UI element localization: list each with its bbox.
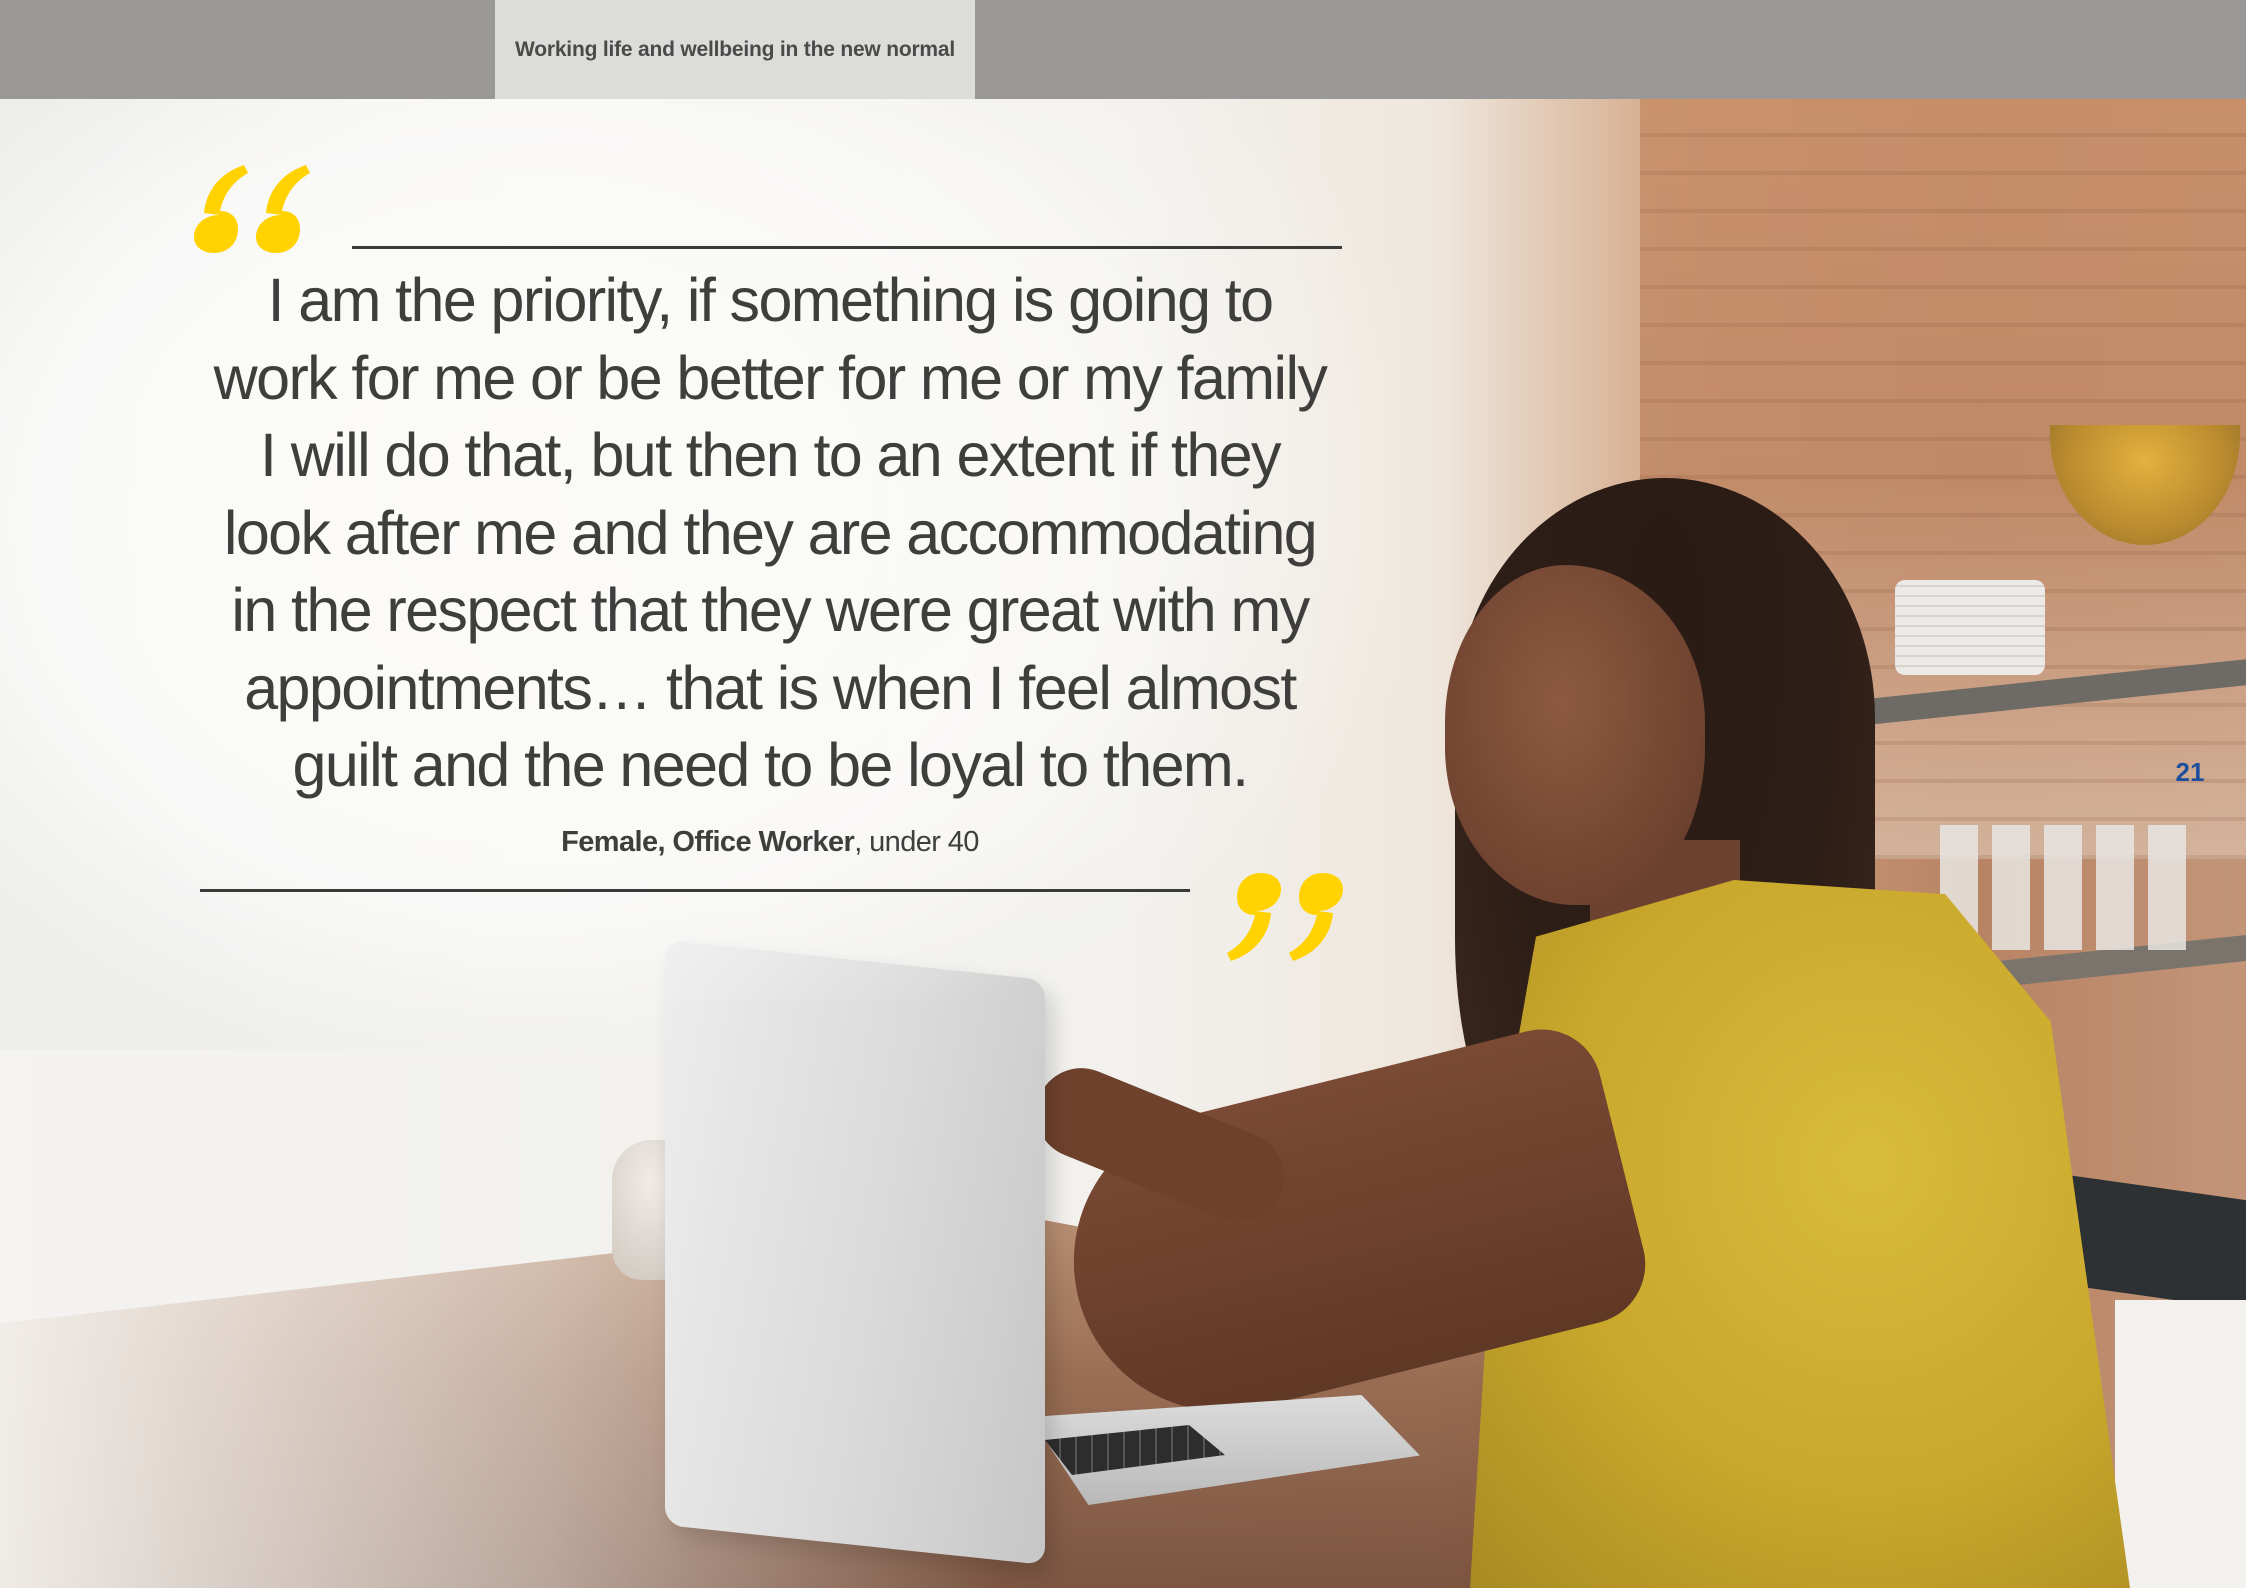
open-quote-icon bbox=[194, 165, 310, 253]
quote-line: work for me or be better for me or my fa… bbox=[213, 343, 1328, 412]
woman-face bbox=[1445, 565, 1705, 905]
kitchen-jars bbox=[1940, 825, 2190, 950]
header-title: Working life and wellbeing in the new no… bbox=[495, 0, 975, 99]
quote-line: in the respect that they were great with… bbox=[231, 576, 1310, 644]
quote-line: I will do that, but then to an extent if… bbox=[260, 421, 1282, 489]
quote-line: look after me and they are accommodating bbox=[223, 498, 1318, 567]
quote-text: I am the priority, if something is going… bbox=[160, 262, 1380, 805]
close-quote-icon bbox=[1227, 873, 1343, 961]
page-number: 21 bbox=[2175, 757, 2205, 787]
quote-line: appointments… that is when I feel almost bbox=[244, 653, 1297, 722]
header-band bbox=[0, 0, 2246, 99]
quote-attribution: Female, Office Worker, under 40 bbox=[160, 826, 1380, 859]
quote-rule-bottom bbox=[200, 889, 1190, 892]
stacked-plates bbox=[1895, 580, 2045, 675]
quote-line: guilt and the need to be loyal to them. bbox=[292, 731, 1250, 799]
attribution-role: Female, Office Worker bbox=[561, 826, 855, 858]
attribution-age: , under 40 bbox=[854, 826, 979, 858]
quote-rule-top bbox=[352, 246, 1342, 249]
laptop-screen-back bbox=[665, 940, 1045, 1565]
quote-line: I am the priority, if something is going… bbox=[267, 266, 1274, 334]
cabinet bbox=[2115, 1300, 2246, 1588]
